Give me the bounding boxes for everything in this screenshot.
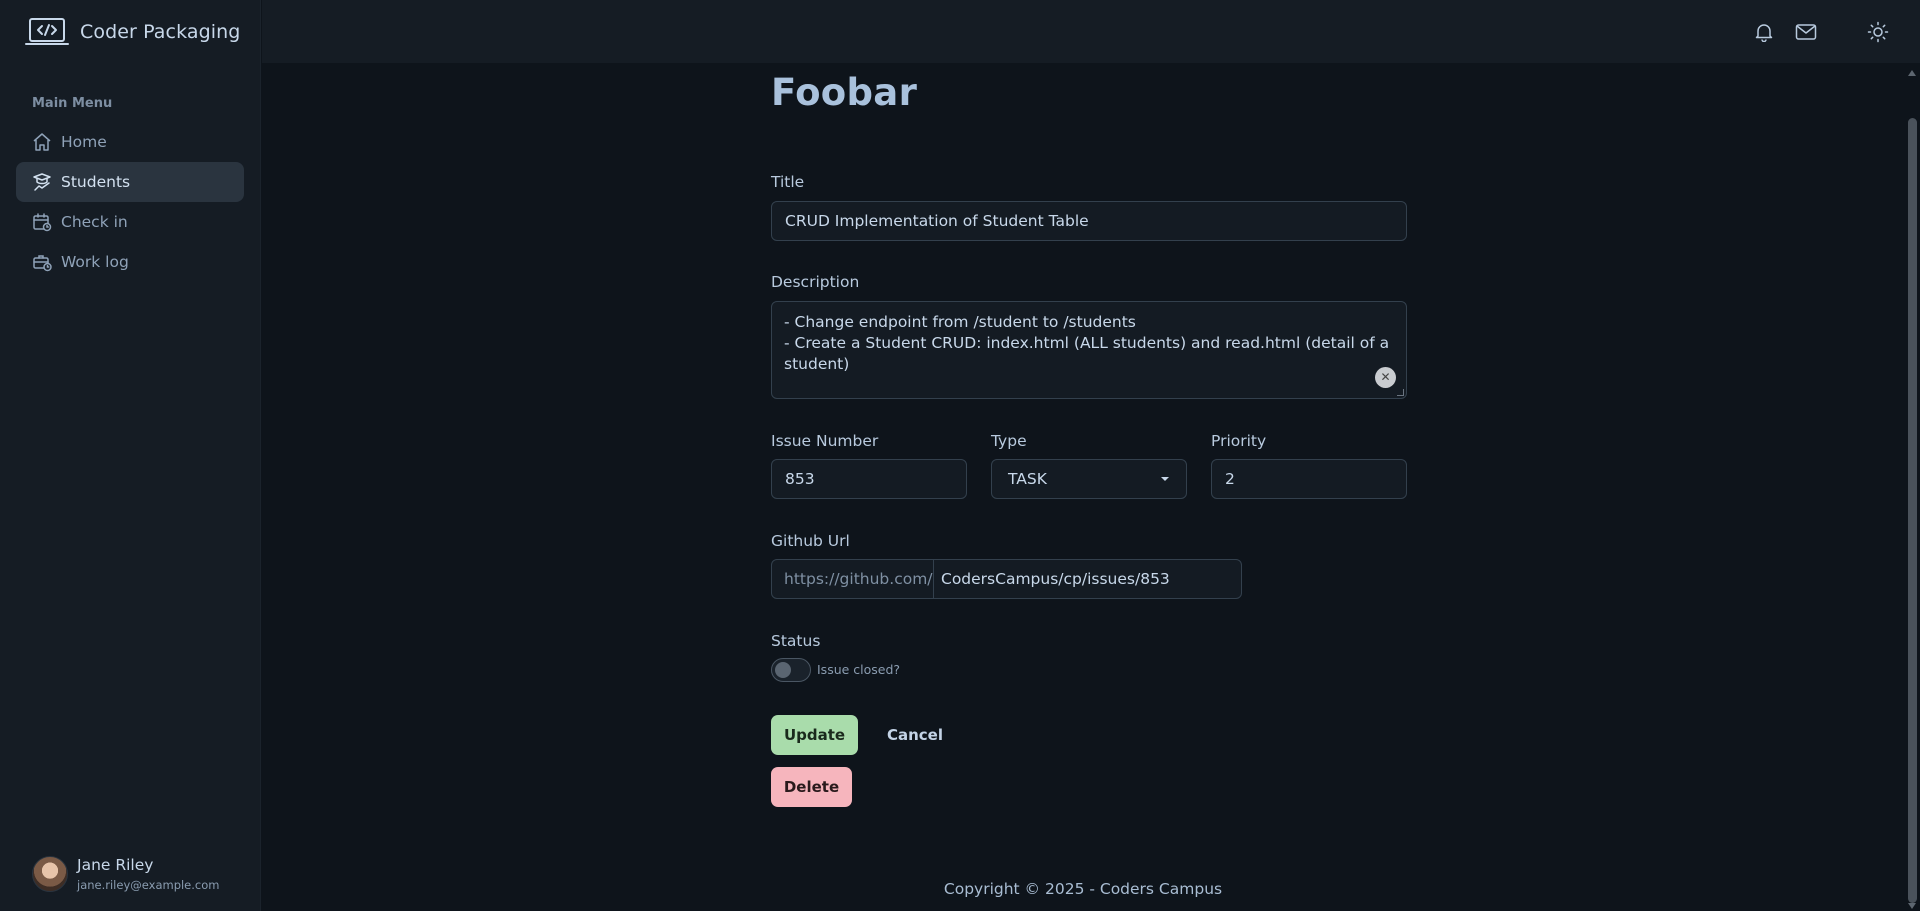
priority-value: 2	[1225, 470, 1235, 488]
delete-button[interactable]: Delete	[771, 767, 852, 807]
issue-number-label: Issue Number	[771, 432, 879, 450]
footer-copyright: Copyright © 2025 - Coders Campus	[943, 880, 1223, 898]
sidebar-item-work-log[interactable]: Work log	[16, 242, 244, 282]
title-value: CRUD Implementation of Student Table	[785, 212, 1089, 230]
resize-handle-icon[interactable]	[1397, 389, 1404, 396]
avatar	[32, 856, 68, 892]
sidebar-item-label: Home	[61, 133, 107, 151]
topbar	[262, 0, 1920, 63]
github-url-label: Github Url	[771, 532, 850, 550]
description-line: - Change endpoint from /student to /stud…	[784, 313, 1136, 331]
scroll-thumb[interactable]	[1908, 118, 1917, 903]
mail-icon[interactable]	[1794, 20, 1818, 44]
calendar-clock-icon	[32, 212, 52, 232]
user-email: jane.riley@example.com	[77, 878, 220, 892]
issue-number-value: 853	[785, 470, 815, 488]
title-label: Title	[771, 173, 805, 191]
description-line: - Create a Student CRUD: index.html (ALL…	[784, 334, 1390, 373]
type-value: TASK	[1008, 470, 1047, 488]
menu-heading: Main Menu	[32, 96, 113, 111]
sidebar-item-check-in[interactable]: Check in	[16, 202, 244, 242]
status-label: Status	[771, 632, 821, 650]
bell-icon[interactable]	[1752, 20, 1776, 44]
brand-title: Coder Packaging	[80, 21, 241, 43]
issue-number-input[interactable]: 853	[771, 459, 967, 499]
sidebar-item-students[interactable]: Students	[16, 162, 244, 202]
issue-closed-label: Issue closed?	[817, 662, 901, 677]
sidebar-item-label: Check in	[61, 213, 128, 231]
scroll-up-arrow-icon[interactable]	[1908, 70, 1916, 76]
issue-closed-toggle[interactable]	[771, 658, 811, 682]
clear-icon[interactable]: ✕	[1375, 367, 1396, 388]
github-url-input[interactable]: CodersCampus/cp/issues/853	[934, 560, 1170, 598]
sun-icon[interactable]	[1866, 20, 1890, 44]
sidebar: Coder Packaging Main Menu Home Students	[0, 0, 261, 911]
brand[interactable]: Coder Packaging	[25, 14, 240, 50]
priority-label: Priority	[1211, 432, 1267, 450]
chevron-down-icon	[1161, 477, 1169, 481]
description-label: Description	[771, 273, 860, 291]
user-name: Jane Riley	[77, 856, 154, 874]
github-url-field[interactable]: https://github.com/ CodersCampus/cp/issu…	[771, 559, 1242, 599]
github-url-prefix: https://github.com/	[772, 560, 934, 598]
toggle-knob	[775, 662, 791, 678]
home-icon	[32, 132, 52, 152]
scroll-down-arrow-icon[interactable]	[1908, 903, 1916, 909]
briefcase-clock-icon	[32, 252, 52, 272]
type-select[interactable]: TASK	[991, 459, 1187, 499]
user-profile[interactable]: Jane Riley jane.riley@example.com	[32, 856, 219, 892]
update-button[interactable]: Update	[771, 715, 858, 755]
sidebar-item-label: Students	[61, 173, 131, 191]
code-laptop-icon	[25, 17, 69, 47]
students-icon	[32, 172, 52, 192]
cancel-button[interactable]: Cancel	[875, 715, 955, 755]
description-textarea[interactable]: - Change endpoint from /student to /stud…	[771, 301, 1407, 399]
type-label: Type	[991, 432, 1027, 450]
sidebar-item-label: Work log	[61, 253, 129, 271]
page-title: Foobar	[771, 71, 918, 114]
sidebar-item-home[interactable]: Home	[16, 122, 244, 162]
title-input[interactable]: CRUD Implementation of Student Table	[771, 201, 1407, 241]
priority-input[interactable]: 2	[1211, 459, 1407, 499]
main-menu: Home Students Check in Work log	[16, 122, 244, 282]
